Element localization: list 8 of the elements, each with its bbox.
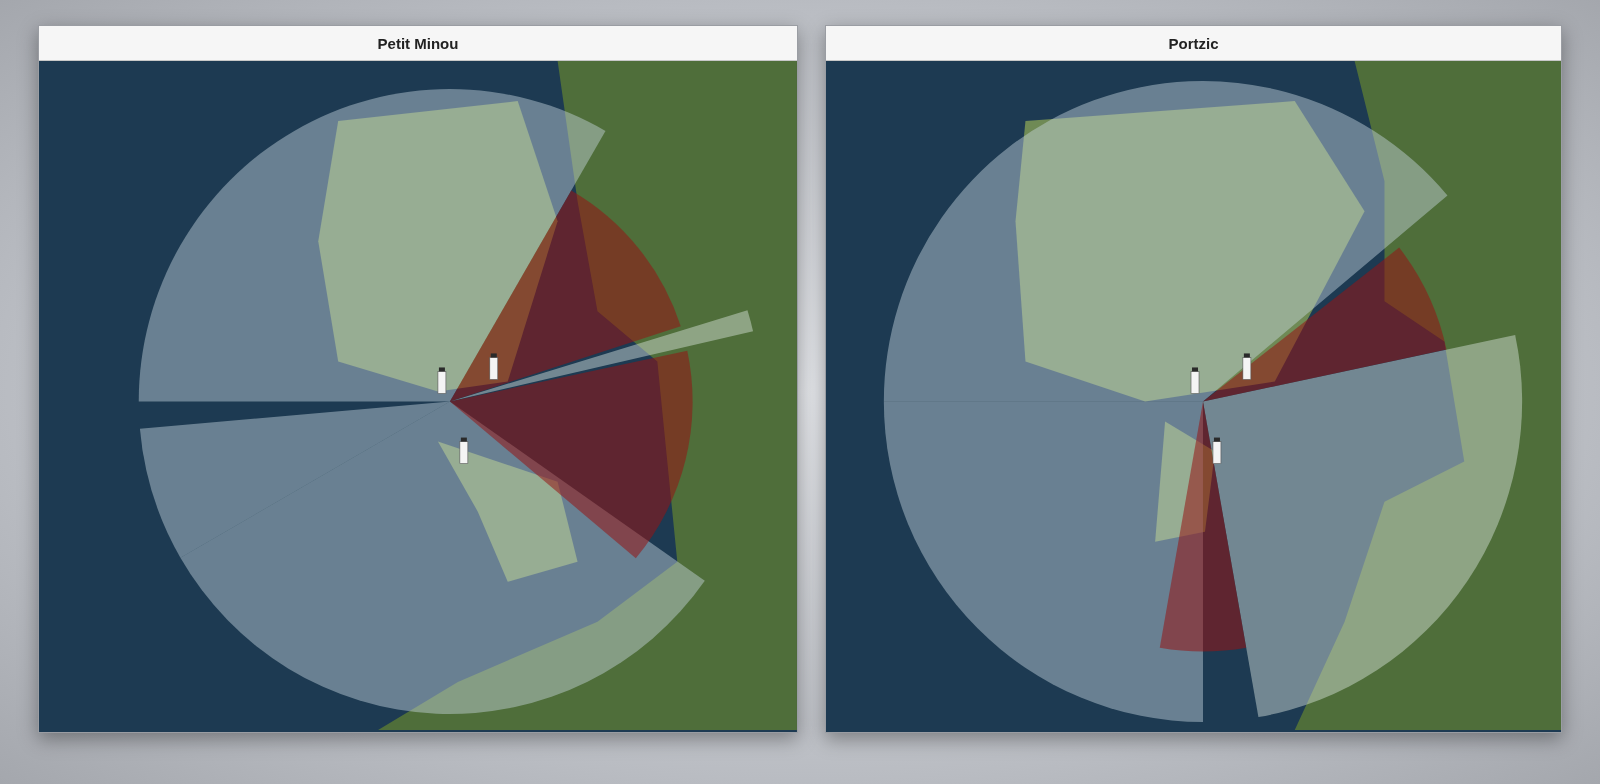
lighthouse-icon: [459, 437, 469, 464]
lighthouse-icon: [489, 353, 499, 380]
lighthouse-icon: [437, 367, 447, 394]
lighthouse-icon: [1212, 437, 1222, 464]
window-title: Petit Minou: [377, 34, 459, 52]
lighthouse-icon: [1242, 353, 1252, 380]
window-title: Portzic: [1168, 34, 1219, 52]
lighthouse-icon: [1190, 367, 1200, 394]
